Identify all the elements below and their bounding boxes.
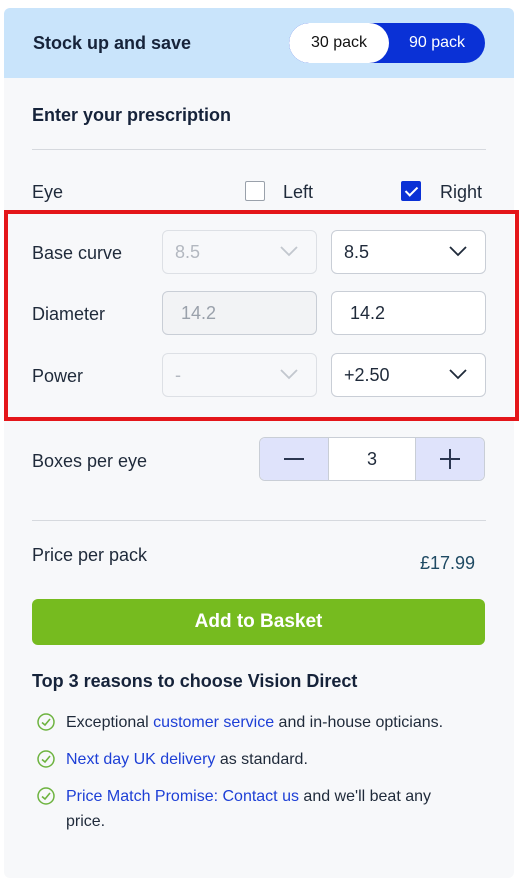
product-options-panel: Stock up and save 30 pack 90 pack Enter … xyxy=(4,8,514,878)
boxes-quantity-input[interactable]: 3 xyxy=(328,438,416,480)
divider xyxy=(32,149,486,150)
reason-text: as standard. xyxy=(215,751,308,768)
add-to-basket-button[interactable]: Add to Basket xyxy=(32,599,485,645)
contact-us-link[interactable]: Contact us xyxy=(222,788,298,805)
reasons-title: Top 3 reasons to choose Vision Direct xyxy=(32,671,358,691)
reason-item: Price Match Promise: Contact us and we'l… xyxy=(37,784,457,834)
promo-title: Stock up and save xyxy=(33,33,192,53)
right-eye-checkbox[interactable] xyxy=(401,181,421,201)
next-day-delivery-link[interactable]: Next day UK delivery xyxy=(66,751,215,768)
price-per-pack-label: Price per pack xyxy=(32,545,148,565)
increase-button[interactable] xyxy=(416,438,484,480)
reason-text: and in-house opticians. xyxy=(274,714,444,731)
highlight-box xyxy=(4,210,519,421)
price-match-link[interactable]: Price Match Promise xyxy=(66,788,214,805)
minus-icon xyxy=(284,458,304,460)
pack-30-option[interactable]: 30 pack xyxy=(289,23,389,63)
reason-text: Exceptional xyxy=(66,714,154,731)
eye-label: Eye xyxy=(32,182,64,202)
divider xyxy=(32,520,486,521)
boxes-per-eye-label: Boxes per eye xyxy=(32,451,148,471)
left-eye-label[interactable]: Left xyxy=(283,182,313,203)
prescription-heading: Enter your prescription xyxy=(32,105,232,125)
left-eye-checkbox[interactable] xyxy=(245,181,265,201)
customer-service-link[interactable]: customer service xyxy=(153,714,274,731)
right-eye-label[interactable]: Right xyxy=(440,182,482,203)
reason-item: Exceptional customer service and in-hous… xyxy=(37,710,482,735)
reason-item: Next day UK delivery as standard. xyxy=(37,747,482,772)
check-circle-icon xyxy=(37,750,55,768)
plus-icon xyxy=(440,449,460,469)
boxes-stepper: 3 xyxy=(259,437,485,481)
pack-90-option[interactable]: 90 pack xyxy=(389,23,485,63)
check-circle-icon xyxy=(37,713,55,731)
pack-size-toggle: 30 pack 90 pack xyxy=(289,23,485,63)
decrease-button[interactable] xyxy=(260,438,328,480)
price-value: £17.99 xyxy=(419,553,475,573)
check-circle-icon xyxy=(37,787,55,805)
stock-up-banner: Stock up and save 30 pack 90 pack xyxy=(4,8,514,78)
